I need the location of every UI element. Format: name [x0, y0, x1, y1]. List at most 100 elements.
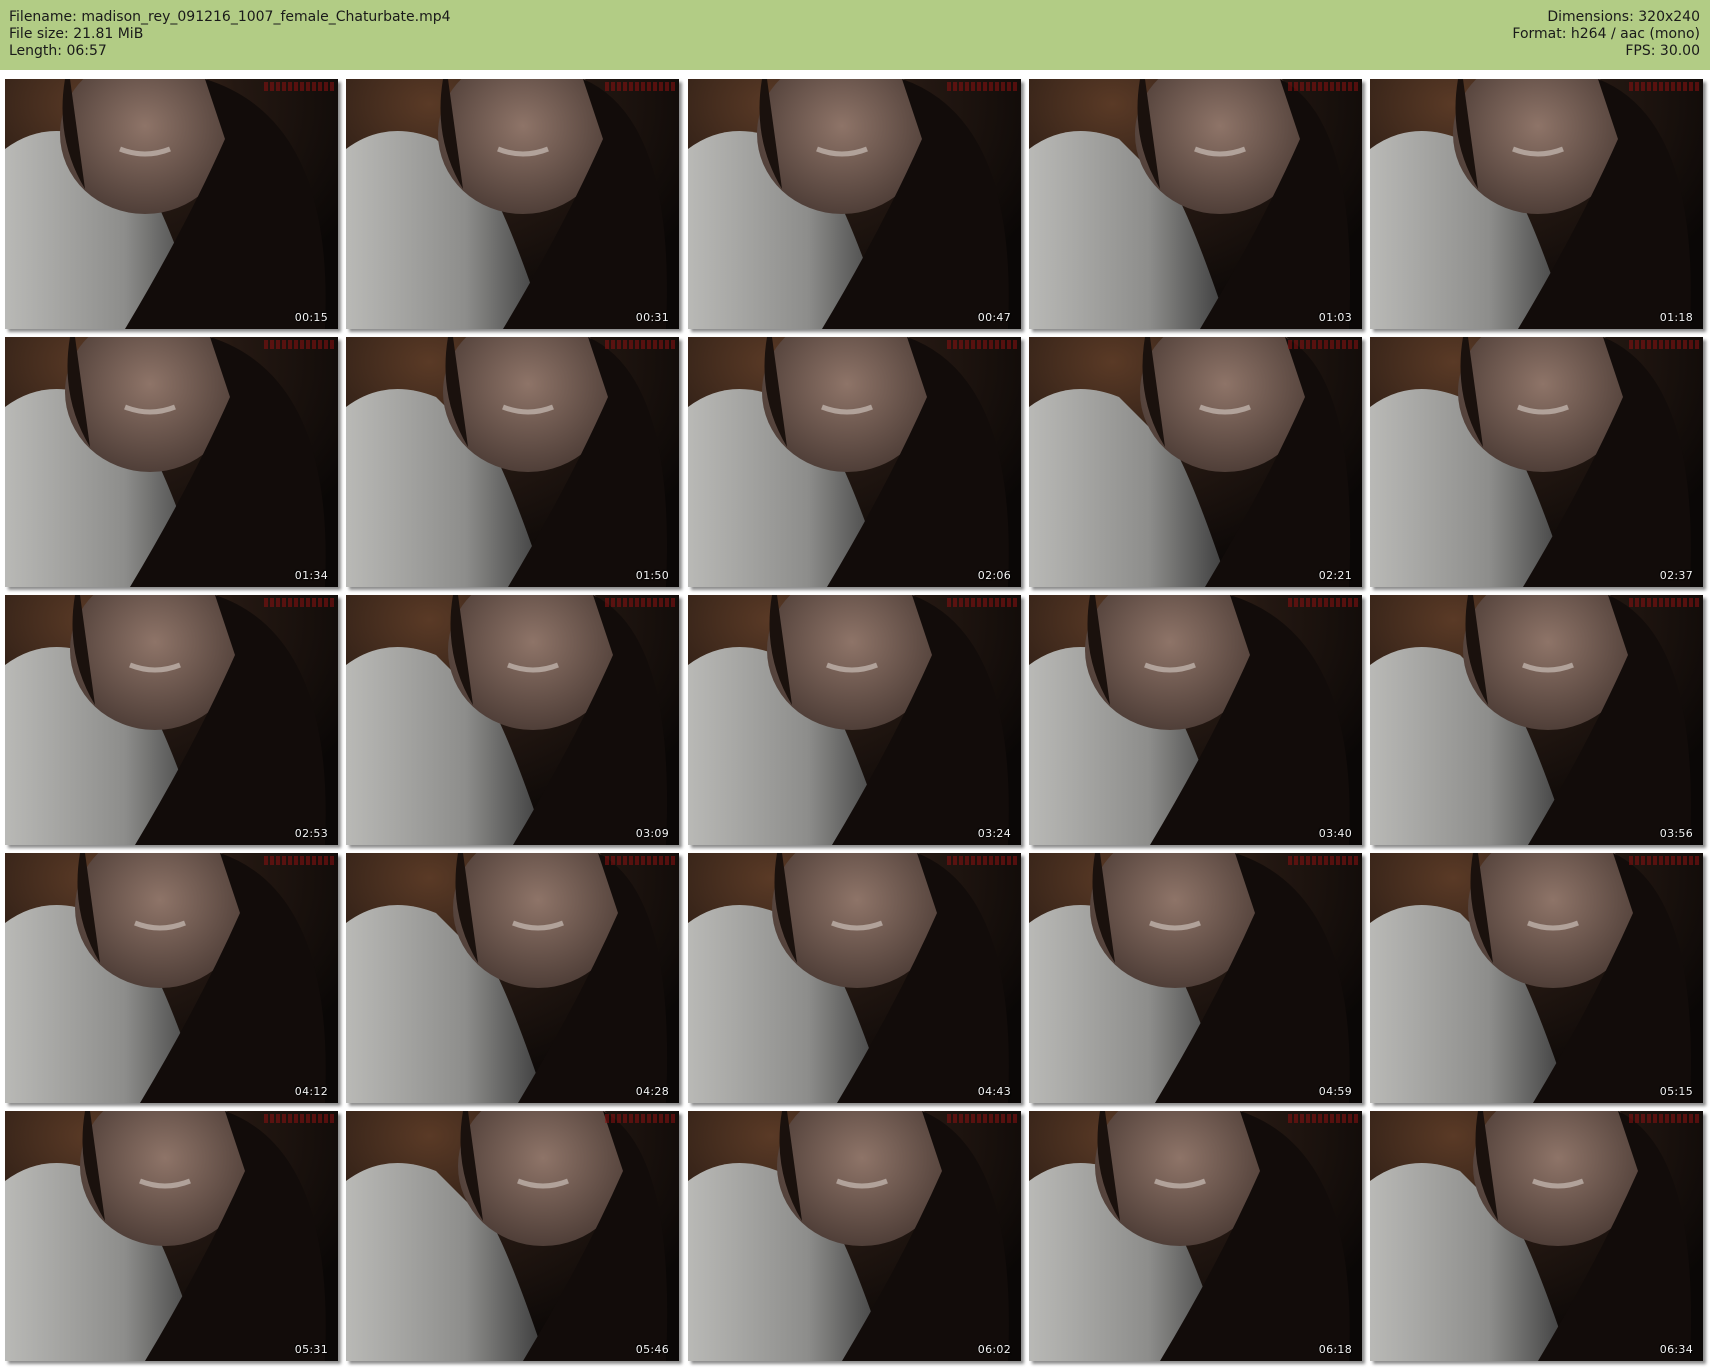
watermark-graphic	[605, 340, 675, 349]
watermark-graphic	[264, 340, 334, 349]
info-left: Filename: madison_rey_091216_1007_female…	[9, 9, 451, 60]
format-value: h264 / aac (mono)	[1570, 26, 1700, 42]
frame-image	[346, 1111, 679, 1361]
watermark-graphic	[605, 1114, 675, 1123]
length-row: Length: 06:57	[9, 43, 451, 60]
video-thumbnail[interactable]: 02:06	[688, 337, 1021, 587]
frame-image	[346, 595, 679, 845]
timestamp-label: 06:18	[1318, 1343, 1352, 1356]
video-thumbnail[interactable]: 05:15	[1370, 853, 1703, 1103]
fps-row: FPS: 30.00	[1512, 43, 1700, 60]
watermark-graphic	[1629, 340, 1699, 349]
timestamp-label: 03:40	[1318, 827, 1352, 840]
length-label: Length:	[9, 43, 63, 59]
frame-image	[1029, 853, 1362, 1103]
watermark-graphic	[1288, 598, 1358, 607]
dimensions-label: Dimensions:	[1547, 9, 1634, 25]
video-thumbnail[interactable]: 01:18	[1370, 79, 1703, 329]
video-thumbnail[interactable]: 02:53	[5, 595, 338, 845]
timestamp-label: 00:15	[294, 311, 328, 324]
video-thumbnail[interactable]: 03:56	[1370, 595, 1703, 845]
watermark-graphic	[947, 1114, 1017, 1123]
video-thumbnail[interactable]: 01:03	[1029, 79, 1362, 329]
timestamp-label: 04:43	[977, 1085, 1011, 1098]
video-thumbnail[interactable]: 06:34	[1370, 1111, 1703, 1361]
frame-image	[688, 1111, 1021, 1361]
watermark-graphic	[1288, 1114, 1358, 1123]
video-thumbnail[interactable]: 02:21	[1029, 337, 1362, 587]
frame-image	[1370, 853, 1703, 1103]
timestamp-label: 03:56	[1659, 827, 1693, 840]
video-thumbnail[interactable]: 03:09	[346, 595, 679, 845]
video-thumbnail[interactable]: 05:31	[5, 1111, 338, 1361]
video-thumbnail[interactable]: 04:12	[5, 853, 338, 1103]
frame-image	[688, 853, 1021, 1103]
video-thumbnail[interactable]: 05:46	[346, 1111, 679, 1361]
watermark-graphic	[1288, 82, 1358, 91]
format-row: Format: h264 / aac (mono)	[1512, 26, 1700, 43]
frame-image	[1370, 79, 1703, 329]
timestamp-label: 05:31	[294, 1343, 328, 1356]
video-thumbnail[interactable]: 00:47	[688, 79, 1021, 329]
filename-row: Filename: madison_rey_091216_1007_female…	[9, 9, 451, 26]
watermark-graphic	[264, 1114, 334, 1123]
timestamp-label: 06:02	[977, 1343, 1011, 1356]
watermark-graphic	[264, 598, 334, 607]
timestamp-label: 01:03	[1318, 311, 1352, 324]
filesize-value: 21.81 MiB	[73, 26, 144, 42]
frame-image	[346, 853, 679, 1103]
frame-image	[5, 337, 338, 587]
video-thumbnail[interactable]: 06:18	[1029, 1111, 1362, 1361]
frame-image	[1029, 595, 1362, 845]
video-thumbnail[interactable]: 03:40	[1029, 595, 1362, 845]
thumbnail-grid: 00:15 00:31 00:47 01:03 01:18 01:34 01:50 02:06…	[5, 79, 1705, 1365]
dimensions-row: Dimensions: 320x240	[1512, 9, 1700, 26]
frame-image	[346, 79, 679, 329]
timestamp-label: 05:46	[635, 1343, 669, 1356]
timestamp-label: 04:59	[1318, 1085, 1352, 1098]
video-thumbnail[interactable]: 01:34	[5, 337, 338, 587]
frame-image	[688, 79, 1021, 329]
frame-image	[1370, 337, 1703, 587]
watermark-graphic	[1629, 856, 1699, 865]
filename-value: madison_rey_091216_1007_female_Chaturbat…	[81, 9, 451, 25]
frame-image	[1029, 1111, 1362, 1361]
watermark-graphic	[1629, 598, 1699, 607]
video-thumbnail[interactable]: 02:37	[1370, 337, 1703, 587]
timestamp-label: 03:09	[635, 827, 669, 840]
length-value: 06:57	[66, 43, 107, 59]
watermark-graphic	[947, 82, 1017, 91]
watermark-graphic	[1288, 340, 1358, 349]
timestamp-label: 05:15	[1659, 1085, 1693, 1098]
filesize-label: File size:	[9, 26, 69, 42]
watermark-graphic	[605, 856, 675, 865]
watermark-graphic	[264, 82, 334, 91]
video-thumbnail[interactable]: 01:50	[346, 337, 679, 587]
info-right: Dimensions: 320x240 Format: h264 / aac (…	[1512, 9, 1700, 60]
filename-label: Filename:	[9, 9, 77, 25]
video-thumbnail[interactable]: 04:43	[688, 853, 1021, 1103]
watermark-graphic	[947, 340, 1017, 349]
frame-image	[688, 337, 1021, 587]
timestamp-label: 03:24	[977, 827, 1011, 840]
timestamp-label: 00:31	[635, 311, 669, 324]
frame-image	[1029, 337, 1362, 587]
video-thumbnail[interactable]: 06:02	[688, 1111, 1021, 1361]
video-thumbnail[interactable]: 04:59	[1029, 853, 1362, 1103]
video-thumbnail[interactable]: 00:31	[346, 79, 679, 329]
frame-image	[1029, 79, 1362, 329]
watermark-graphic	[605, 598, 675, 607]
video-thumbnail[interactable]: 04:28	[346, 853, 679, 1103]
video-thumbnail[interactable]: 03:24	[688, 595, 1021, 845]
timestamp-label: 04:28	[635, 1085, 669, 1098]
dimensions-value: 320x240	[1638, 9, 1700, 25]
info-header: Filename: madison_rey_091216_1007_female…	[0, 0, 1710, 70]
filesize-row: File size: 21.81 MiB	[9, 26, 451, 43]
timestamp-label: 01:50	[635, 569, 669, 582]
timestamp-label: 02:21	[1318, 569, 1352, 582]
frame-image	[688, 595, 1021, 845]
watermark-graphic	[264, 856, 334, 865]
watermark-graphic	[947, 856, 1017, 865]
frame-image	[5, 1111, 338, 1361]
video-thumbnail[interactable]: 00:15	[5, 79, 338, 329]
